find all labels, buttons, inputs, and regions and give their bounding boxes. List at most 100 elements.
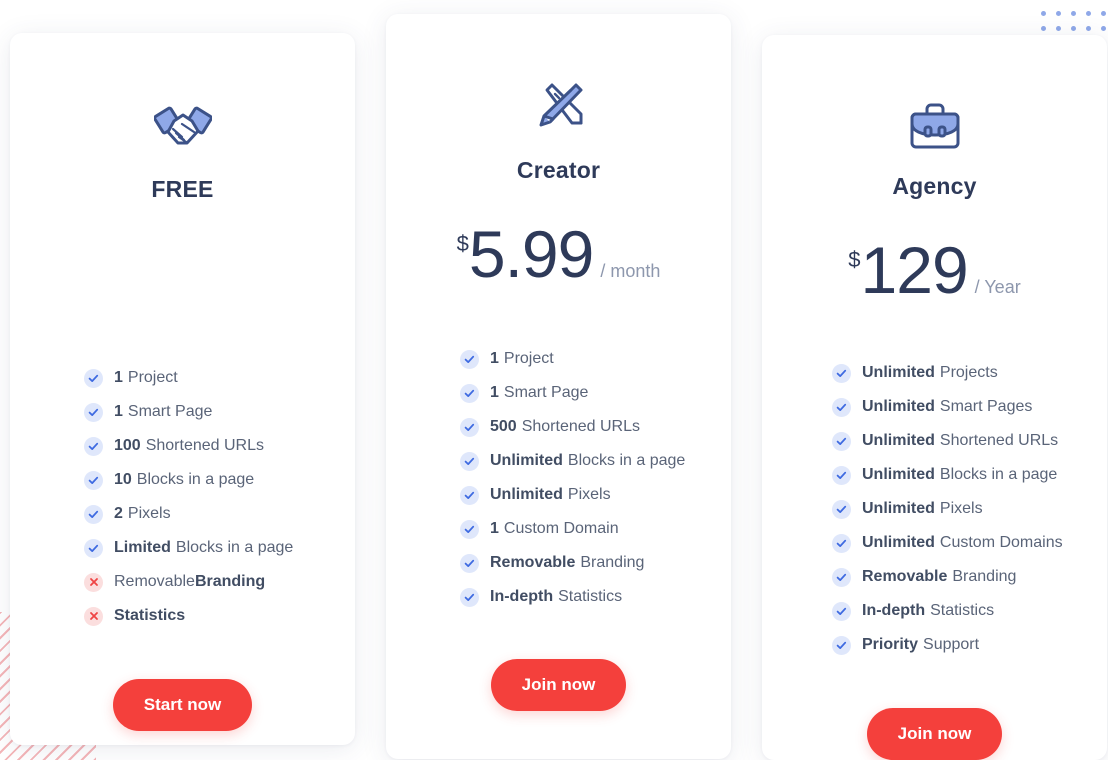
check-icon: [832, 499, 851, 519]
feature-highlight: In-depth: [490, 588, 554, 605]
feature-item: 1 Smart Page: [460, 376, 731, 410]
feature-highlight: 2: [114, 505, 123, 522]
check-icon: [832, 567, 851, 587]
cta-button-free[interactable]: Start now: [112, 679, 253, 731]
check-icon: [832, 431, 851, 451]
feature-highlight: 1: [490, 520, 499, 537]
feature-label-emphasis: Branding: [194, 573, 266, 590]
feature-list-free: 1 Project 1 Smart Page 100 Shortened URLs 10 Bl…: [10, 361, 355, 633]
check-icon: [832, 363, 851, 383]
feature-highlight: Unlimited: [490, 486, 563, 503]
check-icon: [460, 553, 479, 573]
feature-label: Projects: [939, 364, 998, 381]
check-icon: [84, 436, 103, 456]
feature-highlight: Unlimited: [862, 364, 935, 381]
feature-highlight: 1: [490, 350, 499, 367]
handshake-icon: [153, 95, 212, 157]
feature-highlight: Unlimited: [862, 398, 935, 415]
price-currency: $: [456, 231, 469, 256]
check-icon: [460, 519, 479, 539]
feature-item: 1 Project: [84, 361, 355, 395]
feature-item: Unlimited Pixels: [460, 478, 731, 512]
plan-price-agency: $129/ Year: [848, 237, 1020, 303]
feature-list-creator: 1 Project 1 Smart Page 500 Shortened URLs Unli…: [386, 342, 731, 614]
feature-label: Smart Page: [503, 384, 589, 401]
cta-button-agency[interactable]: Join now: [866, 708, 1003, 760]
feature-highlight: Unlimited: [490, 452, 563, 469]
feature-item: In-depth Statistics: [832, 594, 1107, 628]
check-icon: [460, 383, 479, 403]
pencil-ruler-icon: [531, 76, 587, 138]
pricing-card-creator: Creator $5.99/ month 1 Project 1 Smart Page 50…: [386, 14, 731, 759]
feature-highlight: 10: [114, 471, 132, 488]
plan-price-creator: $5.99/ month: [457, 221, 661, 289]
feature-label: Smart Pages: [939, 398, 1033, 415]
feature-item: Removable Branding: [84, 565, 355, 599]
cta-container: Join now: [762, 708, 1107, 760]
check-icon: [460, 587, 479, 607]
check-icon: [832, 601, 851, 621]
feature-label: Shortened URLs: [145, 437, 264, 454]
feature-item: 1 Smart Page: [84, 395, 355, 429]
cross-icon: [84, 606, 103, 626]
feature-label: Project: [127, 369, 178, 386]
dots-decoration: [1036, 6, 1108, 36]
feature-label: Statistics: [558, 588, 623, 605]
price-period: / Year: [974, 277, 1021, 297]
feature-highlight: 100: [114, 437, 141, 454]
feature-item: Removable Branding: [832, 560, 1107, 594]
feature-item: Unlimited Shortened URLs: [832, 424, 1107, 458]
check-icon: [84, 402, 103, 422]
feature-highlight: 1: [114, 369, 123, 386]
price-amount: 5.99: [468, 217, 594, 291]
cta-button-creator[interactable]: Join now: [490, 659, 627, 711]
feature-item: Unlimited Pixels: [832, 492, 1107, 526]
feature-highlight: In-depth: [862, 602, 926, 619]
feature-label: Custom Domains: [939, 534, 1063, 551]
feature-highlight: Unlimited: [862, 432, 935, 449]
feature-item: Limited Blocks in a page: [84, 531, 355, 565]
plan-name-free: FREE: [151, 176, 214, 202]
feature-item: Unlimited Blocks in a page: [832, 458, 1107, 492]
feature-highlight: 1: [490, 384, 499, 401]
check-icon: [84, 470, 103, 490]
feature-label: Blocks in a page: [939, 466, 1058, 483]
feature-item: Unlimited Projects: [832, 356, 1107, 390]
feature-item: Unlimited Custom Domains: [832, 526, 1107, 560]
feature-label: Pixels: [567, 486, 611, 503]
plan-name-agency: Agency: [892, 173, 977, 199]
check-icon: [832, 465, 851, 485]
price-amount: 129: [860, 233, 969, 307]
feature-label: Blocks in a page: [175, 539, 294, 556]
feature-label: Branding: [580, 554, 645, 571]
briefcase-icon: [906, 97, 964, 154]
feature-item: Unlimited Smart Pages: [832, 390, 1107, 424]
cta-container: Start now: [10, 679, 355, 731]
check-icon: [460, 417, 479, 437]
feature-highlight: Unlimited: [862, 534, 935, 551]
feature-item: Priority Support: [832, 628, 1107, 662]
feature-list-agency: Unlimited Projects Unlimited Smart Pages Unl…: [762, 356, 1107, 662]
check-icon: [84, 368, 103, 388]
feature-label: Pixels: [127, 505, 171, 522]
feature-item: 1 Custom Domain: [460, 512, 731, 546]
feature-item: 2 Pixels: [84, 497, 355, 531]
feature-label: Blocks in a page: [567, 452, 686, 469]
feature-highlight: Limited: [114, 539, 171, 556]
feature-label: Statistics: [930, 602, 995, 619]
feature-item: 10 Blocks in a page: [84, 463, 355, 497]
feature-highlight: Removable: [862, 568, 948, 585]
feature-label: Blocks in a page: [136, 471, 255, 488]
check-icon: [832, 635, 851, 655]
check-icon: [84, 504, 103, 524]
feature-highlight: Removable: [490, 554, 576, 571]
feature-item: 1 Project: [460, 342, 731, 376]
feature-label: Shortened URLs: [521, 418, 640, 435]
feature-label: Support: [923, 636, 980, 653]
feature-item: 500 Shortened URLs: [460, 410, 731, 444]
feature-label: Removable: [114, 573, 195, 590]
check-icon: [460, 451, 479, 471]
feature-highlight: 500: [490, 418, 517, 435]
feature-highlight: Unlimited: [862, 500, 935, 517]
feature-item: Statistics: [84, 599, 355, 633]
